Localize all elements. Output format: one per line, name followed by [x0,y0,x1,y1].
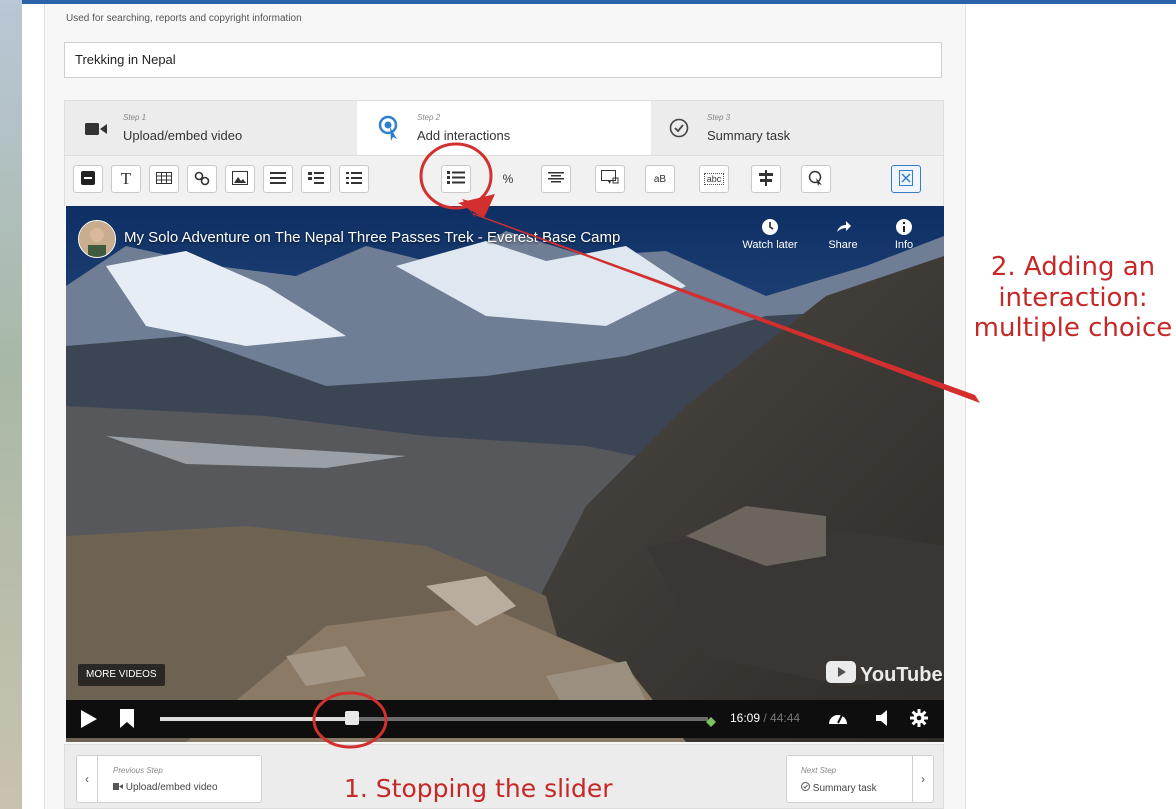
annotation-overlay [312,142,980,749]
annotation-arrow [462,199,980,403]
slider-annotation: 1. Stopping the slider [344,774,613,803]
slider-highlight-circle [312,691,388,749]
interaction-annotation: 2. Adding an interaction: multiple choic… [973,252,1173,344]
